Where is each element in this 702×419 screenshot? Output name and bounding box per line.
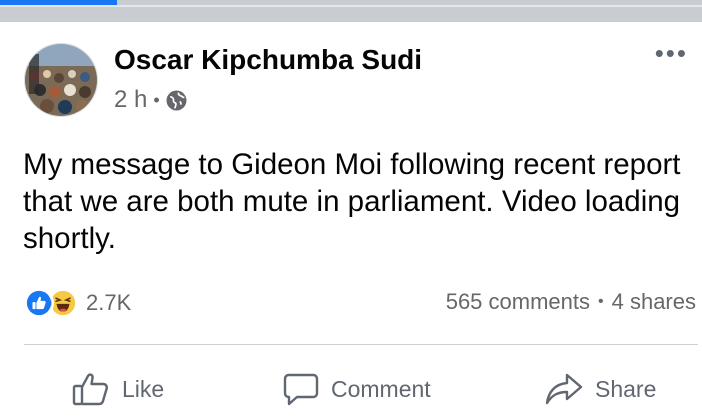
post-message: My message to Gideon Moi following recen…	[23, 148, 681, 255]
post-meta: 2 h •	[114, 86, 187, 114]
post-timestamp[interactable]: 2 h	[114, 86, 147, 114]
comment-icon	[283, 373, 319, 406]
shares-count[interactable]: 4 shares	[612, 289, 696, 315]
reactions-summary[interactable]: 2.7K	[24, 286, 131, 320]
comment-label: Comment	[331, 375, 431, 402]
like-label: Like	[122, 375, 165, 402]
comment-button[interactable]: Comment	[283, 366, 431, 412]
actions-divider	[24, 344, 698, 345]
globe-icon[interactable]	[166, 90, 187, 111]
tab-bar-separator	[0, 5, 702, 7]
avatar[interactable]	[24, 43, 98, 117]
reaction-count: 2.7K	[86, 290, 132, 315]
meta-separator-dot: •	[153, 89, 160, 110]
like-reaction-icon	[24, 288, 54, 318]
more-options-icon[interactable]: •••	[655, 40, 688, 66]
engagement-stats: 565 comments • 4 shares	[446, 289, 696, 315]
post-author-name[interactable]: Oscar Kipchumba Sudi	[114, 44, 422, 76]
top-tab-bar	[0, 0, 702, 22]
share-label: Share	[595, 375, 657, 402]
stats-separator-dot: •	[598, 293, 604, 310]
like-button[interactable]: Like	[72, 366, 164, 412]
thumbs-up-icon	[72, 373, 108, 406]
post-card: Oscar Kipchumba Sudi 2 h • ••• My messag…	[0, 22, 702, 419]
comments-count[interactable]: 565 comments	[446, 289, 590, 315]
share-arrow-icon	[545, 373, 583, 405]
avatar-photo	[25, 44, 97, 116]
share-button[interactable]: Share	[545, 366, 656, 412]
post-actions-bar: Like Comment Share	[0, 366, 702, 412]
